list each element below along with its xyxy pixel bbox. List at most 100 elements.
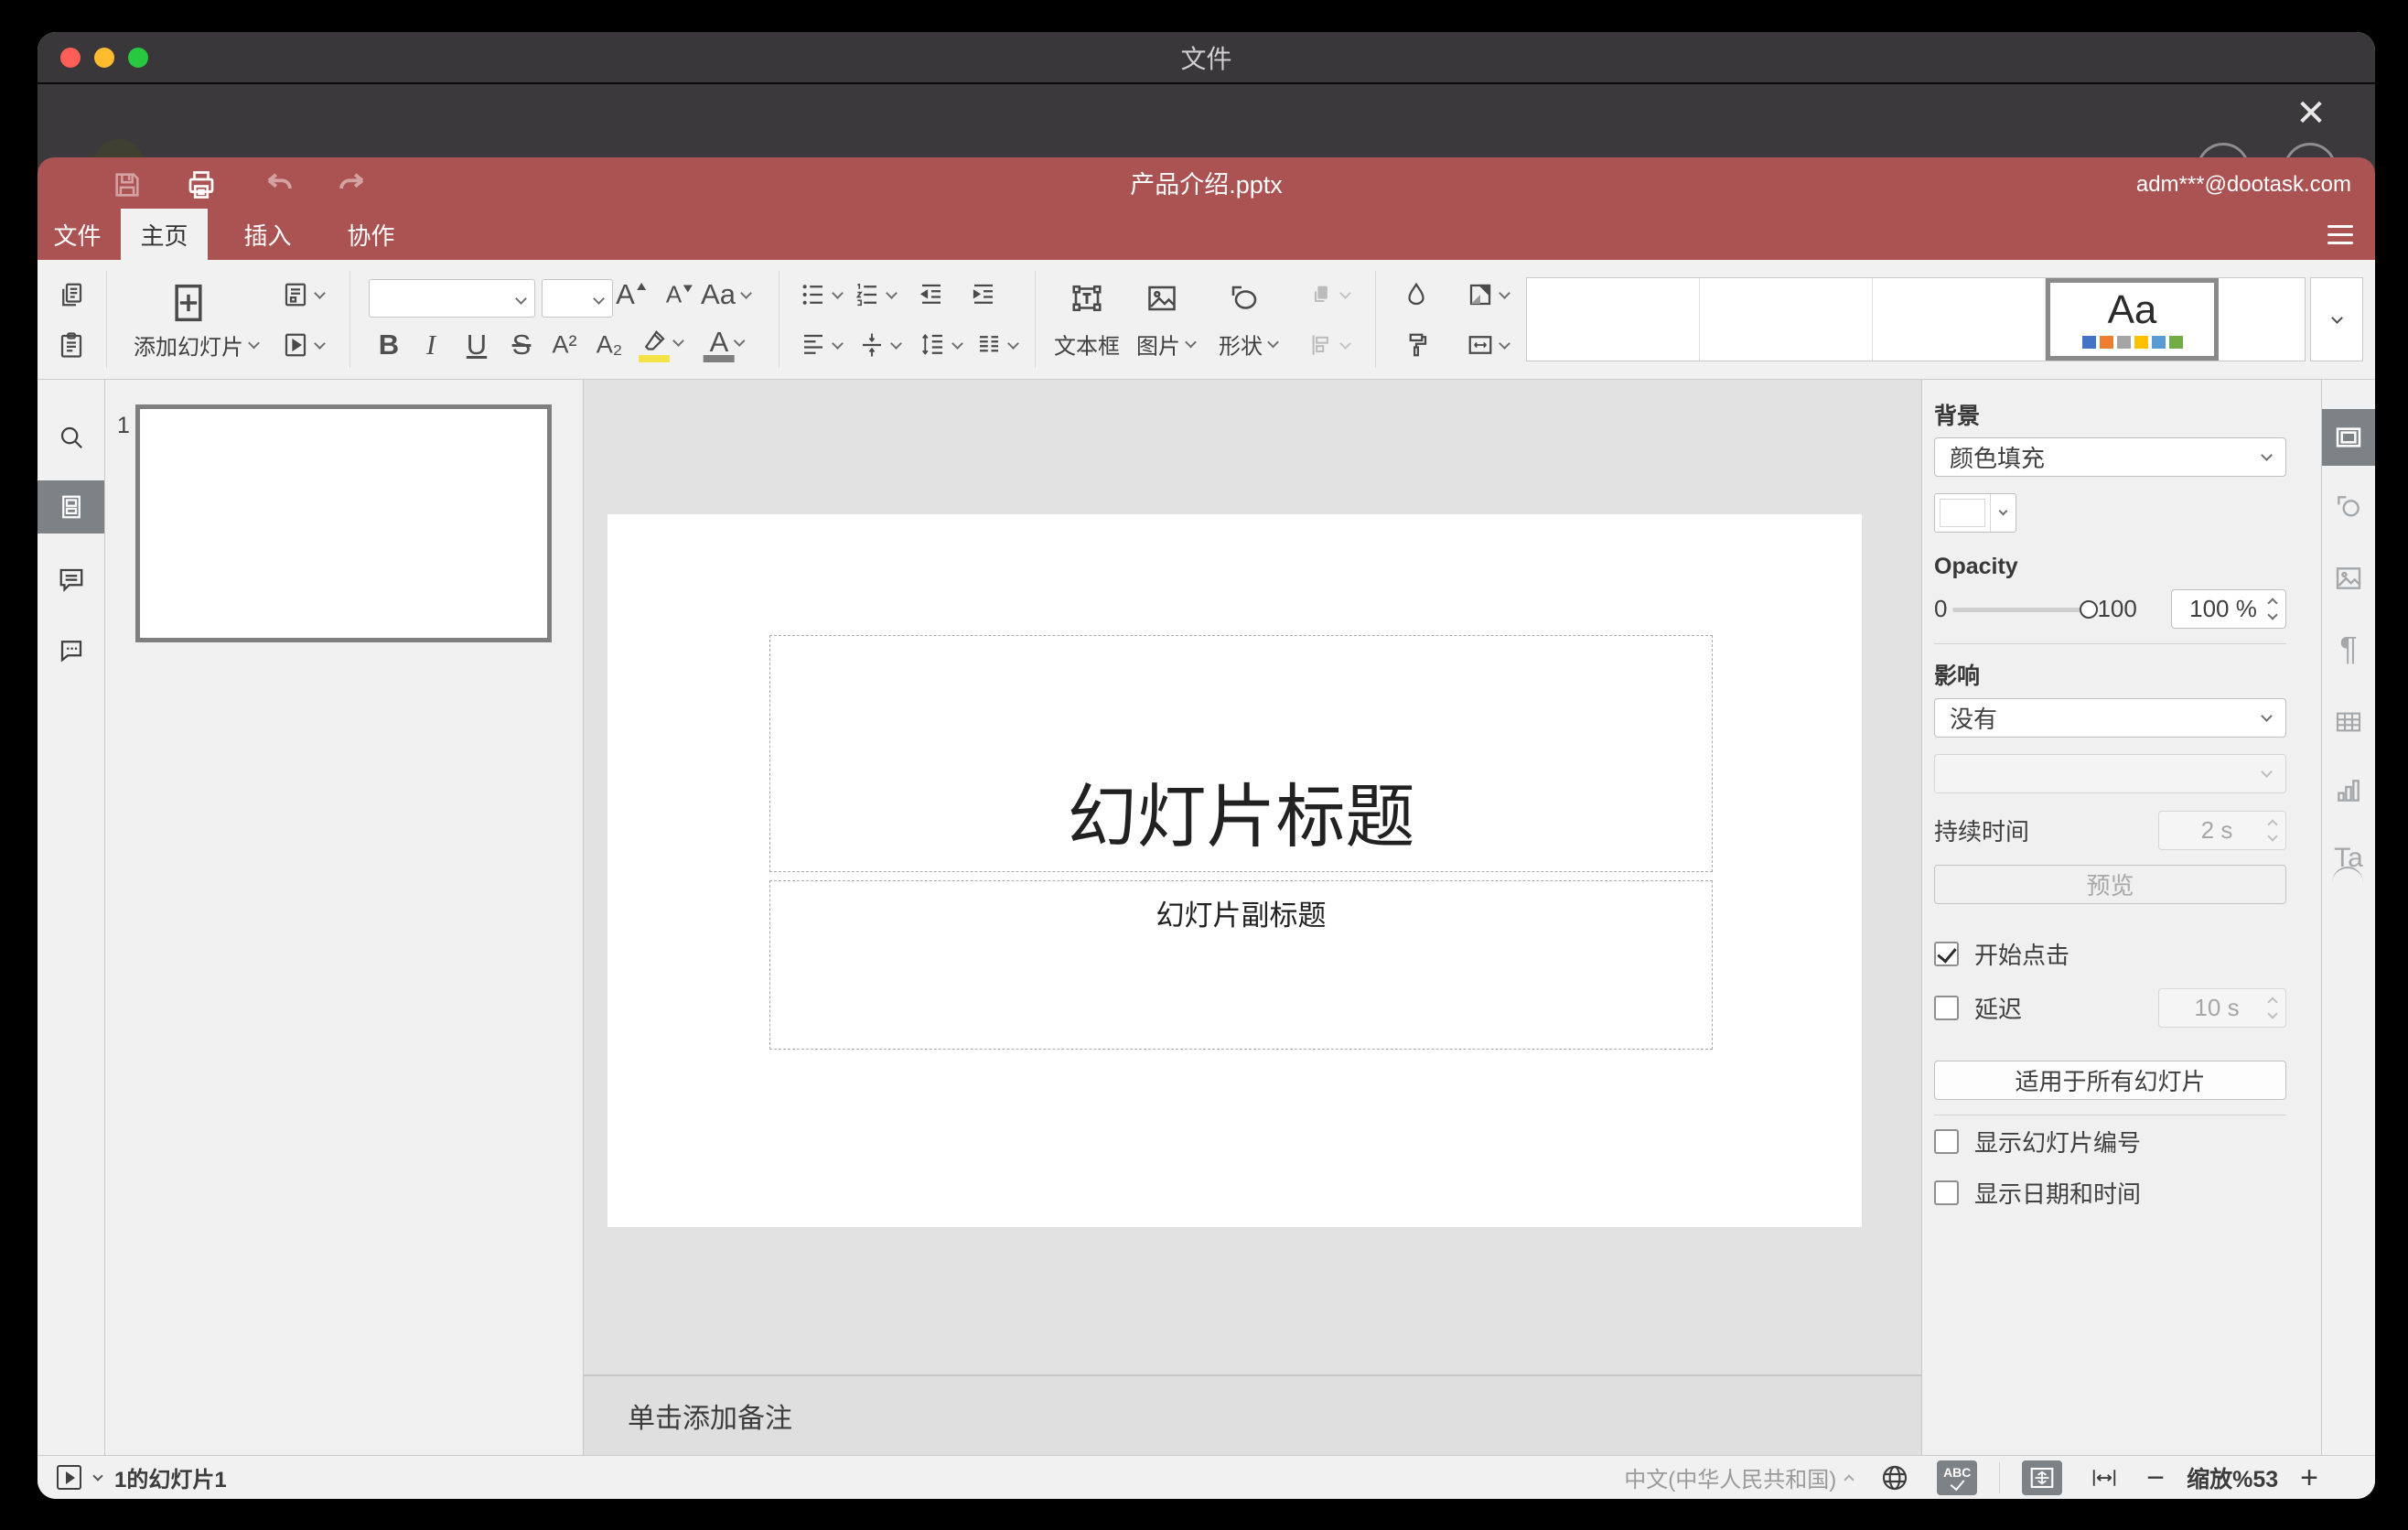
- fit-to-slide-icon[interactable]: [2022, 1460, 2063, 1495]
- insert-shape-button[interactable]: 形状: [1219, 329, 1279, 361]
- quick-access-row: 产品介绍.pptx adm***@dootask.com: [38, 157, 2375, 209]
- undo-icon[interactable]: [261, 167, 297, 203]
- increase-font-icon[interactable]: A: [616, 278, 647, 311]
- highlight-color-icon[interactable]: [639, 329, 684, 362]
- close-traffic-icon[interactable]: [60, 47, 81, 68]
- add-slide-button[interactable]: 添加幻灯片: [134, 329, 260, 361]
- slides-panel-icon[interactable]: [38, 480, 104, 533]
- textart-settings-icon[interactable]: Ta: [2322, 830, 2375, 887]
- line-spacing-icon[interactable]: [919, 331, 963, 359]
- bold-icon[interactable]: B: [379, 329, 399, 361]
- superscript-icon[interactable]: A²: [553, 331, 577, 360]
- chat-icon[interactable]: [38, 623, 104, 676]
- clear-style-icon[interactable]: [1403, 281, 1430, 308]
- fit-to-width-icon[interactable]: [2084, 1460, 2124, 1495]
- strikethrough-icon[interactable]: S: [512, 329, 532, 361]
- theme-tile[interactable]: [1527, 278, 1700, 361]
- slide-canvas[interactable]: 幻灯片标题 幻灯片副标题: [607, 514, 1862, 1227]
- vertical-align-icon[interactable]: [858, 331, 902, 359]
- decrease-indent-icon[interactable]: [918, 281, 945, 308]
- slide-thumbnail[interactable]: [135, 404, 552, 642]
- redo-icon[interactable]: [334, 167, 371, 203]
- shape-settings-icon[interactable]: [2322, 479, 2375, 535]
- opacity-spinner[interactable]: 100 %: [2171, 589, 2286, 629]
- slide-size-icon[interactable]: [1467, 331, 1510, 359]
- print-icon[interactable]: [183, 167, 220, 203]
- start-slideshow-status-icon[interactable]: [57, 1465, 81, 1490]
- theme-tile[interactable]: [1700, 278, 1873, 361]
- effect-select[interactable]: 没有: [1934, 698, 2286, 738]
- copy-style-icon[interactable]: [1403, 331, 1430, 359]
- opacity-slider-knob[interactable]: [2080, 599, 2099, 619]
- font-size-select[interactable]: [542, 279, 613, 318]
- insert-image-button[interactable]: 图片: [1136, 329, 1197, 361]
- font-name-select[interactable]: [369, 279, 535, 318]
- delay-checkbox[interactable]: [1934, 996, 1959, 1020]
- tab-insert[interactable]: 插入: [224, 209, 311, 260]
- start-on-click-checkbox[interactable]: [1934, 942, 1959, 966]
- effect-label: 影响: [1934, 663, 1981, 689]
- spellcheck-icon[interactable]: ABC: [1937, 1460, 1978, 1495]
- comments-icon[interactable]: [38, 553, 104, 606]
- copy-icon[interactable]: [58, 281, 85, 308]
- subtitle-placeholder[interactable]: 幻灯片副标题: [769, 880, 1713, 1050]
- numbered-list-icon[interactable]: [854, 281, 898, 308]
- fill-color-icon[interactable]: [1467, 281, 1510, 308]
- tab-file[interactable]: 文件: [38, 209, 121, 260]
- minimize-traffic-icon[interactable]: [94, 47, 114, 68]
- opacity-slider[interactable]: [1952, 599, 2099, 619]
- columns-icon[interactable]: [975, 331, 1019, 359]
- show-slide-number-checkbox[interactable]: [1934, 1129, 1959, 1154]
- theme-gallery-expand-icon[interactable]: [2310, 277, 2363, 361]
- table-settings-icon[interactable]: [2322, 694, 2375, 750]
- insert-textbox-button[interactable]: 文本框: [1054, 329, 1120, 361]
- theme-tile[interactable]: [2219, 278, 2305, 361]
- bullet-list-icon[interactable]: [800, 281, 844, 308]
- language-select[interactable]: 中文(中华人民共和国): [1624, 1461, 1854, 1493]
- insert-shape-icon[interactable]: [1228, 282, 1261, 315]
- font-color-icon[interactable]: A: [704, 326, 746, 362]
- slide-settings-icon[interactable]: [2322, 409, 2375, 466]
- effect-option-select: [1934, 754, 2286, 793]
- title-placeholder[interactable]: 幻灯片标题: [769, 635, 1713, 872]
- fill-color-swatch[interactable]: [1934, 493, 2016, 533]
- add-slide-icon[interactable]: [169, 283, 208, 323]
- paragraph-settings-icon[interactable]: ¶: [2322, 620, 2375, 677]
- apply-to-all-button[interactable]: 适用于所有幻灯片: [1934, 1061, 2286, 1100]
- show-date-time-checkbox[interactable]: [1934, 1180, 1959, 1205]
- horizontal-align-icon[interactable]: [800, 331, 844, 359]
- notes-area[interactable]: 单击添加备注: [584, 1374, 1921, 1455]
- slide-counter: 1的幻灯片1: [114, 1468, 227, 1492]
- slideshow-options-icon[interactable]: [92, 1470, 103, 1482]
- tab-home[interactable]: 主页: [121, 209, 208, 260]
- start-slideshow-icon[interactable]: [282, 331, 326, 359]
- subscript-icon[interactable]: A₂: [597, 331, 623, 360]
- tab-collaboration[interactable]: 协作: [328, 209, 414, 260]
- chart-settings-icon[interactable]: [2322, 762, 2375, 819]
- arrange-shape-icon[interactable]: [1309, 282, 1351, 307]
- document-language-icon[interactable]: [1875, 1460, 1915, 1495]
- zoom-in-icon[interactable]: +: [2300, 1462, 2318, 1493]
- paste-icon[interactable]: [58, 331, 85, 359]
- align-shape-icon[interactable]: [1309, 332, 1351, 358]
- close-editor-button[interactable]: ✕: [2284, 86, 2338, 141]
- slide-layout-icon[interactable]: [282, 281, 326, 308]
- image-settings-icon[interactable]: [2322, 550, 2375, 607]
- app-window: 文件 ✕ 产品介绍.pptx adm***@dootask.com 文件 主页 …: [38, 32, 2375, 1499]
- increase-indent-icon[interactable]: [970, 281, 997, 308]
- save-icon[interactable]: [109, 167, 145, 203]
- decrease-font-icon[interactable]: A: [666, 281, 693, 309]
- change-case-icon[interactable]: Aa: [701, 278, 752, 311]
- zoom-out-icon[interactable]: −: [2146, 1462, 2165, 1493]
- search-icon[interactable]: [38, 411, 104, 464]
- underline-icon[interactable]: U: [467, 329, 487, 361]
- theme-tile-selected[interactable]: Aa: [2046, 278, 2219, 361]
- italic-icon[interactable]: I: [426, 329, 435, 361]
- textbox-icon[interactable]: [1070, 282, 1103, 315]
- fill-type-select[interactable]: 颜色填充: [1934, 437, 2286, 477]
- color-dropdown-icon[interactable]: [1990, 494, 2016, 532]
- theme-tile[interactable]: [1873, 278, 2046, 361]
- maximize-traffic-icon[interactable]: [128, 47, 148, 68]
- insert-image-icon[interactable]: [1145, 282, 1178, 315]
- view-settings-icon[interactable]: [2327, 221, 2353, 247]
